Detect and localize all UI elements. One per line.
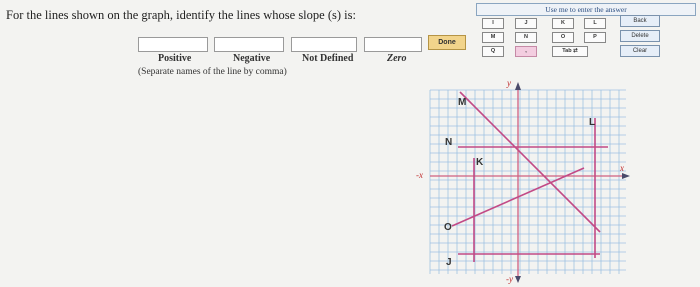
coordinate-graph: [429, 82, 630, 283]
line-label-l: L: [589, 117, 596, 128]
line-label-n: N: [445, 137, 453, 148]
neg-x-axis-label: -x: [416, 170, 423, 180]
line-label-k: K: [476, 157, 484, 168]
neg-y-axis-label: -y: [506, 274, 513, 284]
x-axis-label: x: [620, 163, 624, 173]
y-axis-arrow-icon: [515, 82, 521, 90]
line-label-o: O: [444, 222, 452, 233]
y-axis-label: y: [507, 78, 511, 88]
neg-y-axis-arrow-icon: [515, 276, 521, 283]
grid: [429, 89, 626, 274]
line-label-j: J: [446, 257, 452, 268]
x-axis-arrow-icon: [622, 173, 630, 179]
line-label-m: M: [458, 97, 467, 108]
